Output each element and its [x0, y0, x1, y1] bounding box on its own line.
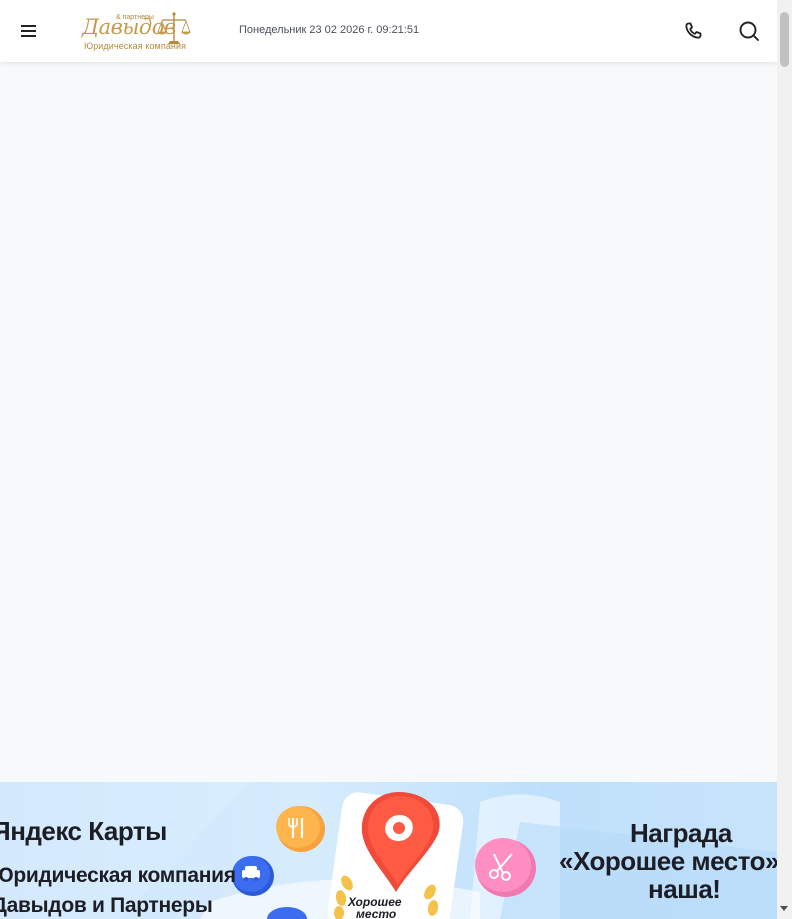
menu-button[interactable]: [14, 17, 42, 45]
award-title-line1: Награда: [630, 818, 732, 848]
current-datetime: Понедельник 23 02 2026 г. 09:21:51: [239, 24, 420, 36]
pin-label-line2: место: [356, 907, 397, 919]
yandex-maps-title: Яндекс Карты: [0, 816, 167, 846]
banner-company-line1: Юридическая компания: [0, 864, 236, 887]
phone-button[interactable]: [680, 18, 706, 44]
restaurant-coin-icon: [276, 806, 325, 852]
scrollbar-thumb[interactable]: [780, 12, 789, 67]
yandex-award-banner[interactable]: Яндекс Карты Юридическая компания Давыдо…: [0, 782, 777, 919]
search-button[interactable]: [736, 18, 762, 44]
site-header: & партнеры Давыдов Юридическая компания …: [0, 0, 777, 62]
phone-icon: [685, 22, 702, 39]
company-logo[interactable]: & партнеры Давыдов Юридическая компания: [78, 8, 193, 54]
page-scrollbar[interactable]: [777, 0, 792, 919]
search-icon: [739, 21, 759, 41]
menu-icon: [21, 25, 36, 37]
logo-name-text: Давыдов: [82, 15, 176, 39]
banner-company-line2: Давыдов и Партнеры: [0, 894, 213, 917]
award-title-line2: «Хорошее место»: [559, 846, 777, 876]
logo-tagline: Юридическая компания: [84, 41, 187, 51]
page: & партнеры Давыдов Юридическая компания …: [0, 0, 777, 919]
car-coin-icon: [232, 856, 274, 896]
award-title-line3: наша!: [648, 874, 721, 904]
scroll-down-arrow-icon[interactable]: [780, 906, 788, 911]
